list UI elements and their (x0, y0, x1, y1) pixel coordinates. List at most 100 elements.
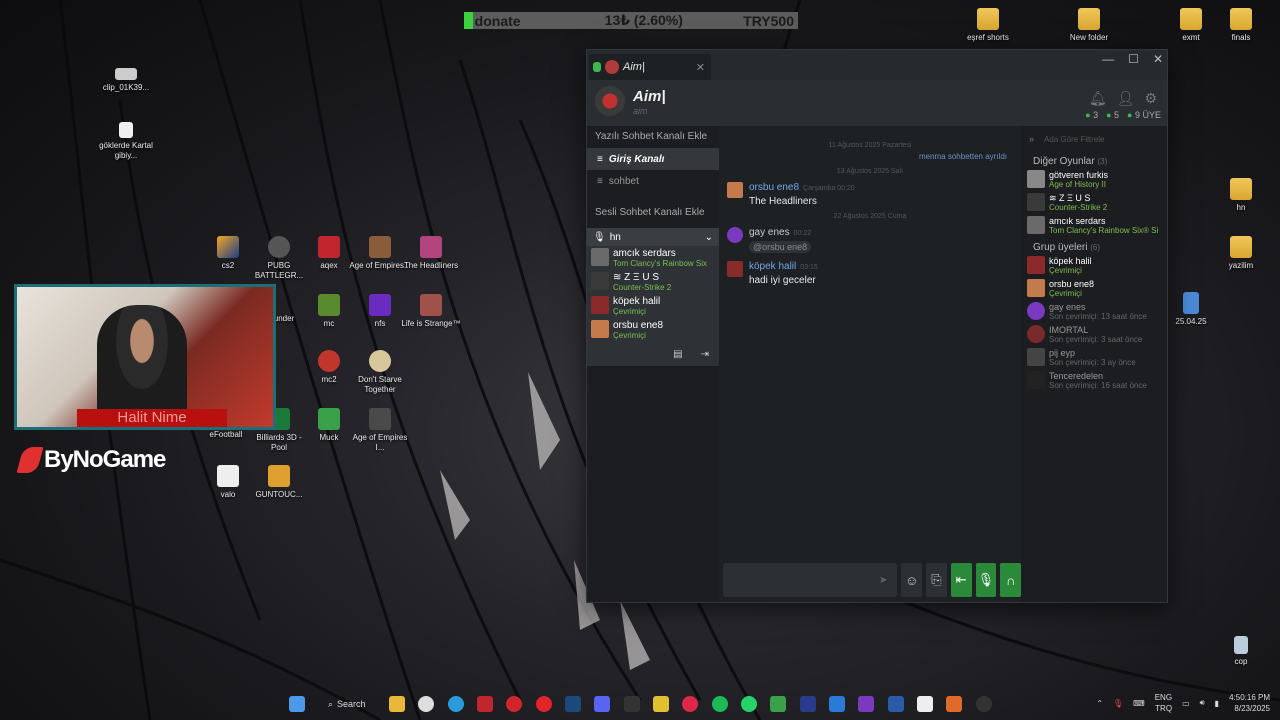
send-icon[interactable]: ➤ (879, 575, 887, 586)
aqex-icon (318, 236, 340, 258)
donate-label: donate (474, 12, 521, 29)
desktop-icon-yazilim[interactable]: yazilim (1210, 236, 1272, 271)
voice-user[interactable]: amcık serdars Tom Clancy's Rainbow Six (587, 246, 719, 270)
desktop-icon-aoe4[interactable]: Age of Empires I... (349, 408, 411, 453)
mention-chip[interactable]: @orsbu ene8 (749, 241, 812, 253)
member-item[interactable]: gay enes Son çevrimiçi: 13 saat önce (1021, 301, 1167, 324)
battery-icon[interactable]: ▮ (1215, 699, 1219, 708)
app-icon[interactable] (653, 696, 669, 712)
chevron-up-icon[interactable]: ⌃ (1096, 699, 1103, 708)
collapse-icon[interactable]: » (1029, 134, 1034, 144)
member-item[interactable]: Tenceredelen Son çevrimiçi: 16 saat önce (1021, 370, 1167, 393)
settings-icon[interactable]: ⚙ (1144, 90, 1157, 107)
taskbar-search[interactable]: ⌕ Search (318, 694, 376, 714)
microphone-button[interactable]: 🎙︎ (975, 563, 997, 597)
desktop-icon-new-folder[interactable]: New folder (1058, 8, 1120, 43)
avatar (1027, 256, 1045, 274)
member-item[interactable]: köpek halil Çevrimiçi (1021, 255, 1167, 278)
leave-voice-icon[interactable]: ⇥ (701, 349, 709, 360)
desktop-icon-recycle-bin[interactable]: cop (1210, 636, 1272, 667)
opera-gx-icon[interactable] (506, 696, 522, 712)
aoe4-icon (369, 408, 391, 430)
avatar (1027, 279, 1045, 297)
avatar (591, 248, 609, 266)
maximize-button[interactable]: ☐ (1128, 52, 1139, 66)
discord-icon[interactable] (594, 696, 610, 712)
photoshop-icon[interactable] (800, 696, 816, 712)
member-filter-input[interactable]: Ada Göre Filtrele (1044, 135, 1104, 144)
voice-channel-hn[interactable]: 🎙︎ hn ⌄ (587, 228, 719, 246)
minimize-button[interactable]: — (1102, 52, 1114, 66)
calendar-icon[interactable]: ▤ (673, 349, 682, 360)
microphone-tray-icon[interactable]: 🎙︎ (1113, 699, 1123, 708)
keyboard-icon[interactable]: ⌨ (1133, 699, 1145, 708)
file-explorer-icon[interactable] (389, 696, 405, 712)
chat-message: gay enes 00:22 @orsbu ene8 (719, 223, 1021, 257)
headphones-button[interactable]: ∩ (1000, 563, 1022, 597)
channel-giris[interactable]: ≡ Giriş Kanalı (587, 148, 719, 170)
message-author[interactable]: gay enes (749, 227, 790, 238)
voice-user[interactable]: köpek halil Çevrimiçi (587, 294, 719, 318)
epic-games-icon[interactable] (624, 696, 640, 712)
clock[interactable]: 4:50:16 PM 8/23/2025 (1229, 692, 1270, 714)
whatsapp-icon[interactable] (741, 696, 757, 712)
desktop-icon-finals[interactable]: finals (1210, 8, 1272, 43)
member-item[interactable]: götveren furkis Age of History II (1021, 169, 1167, 192)
attach-button[interactable]: ⎘ (926, 563, 947, 597)
visual-studio-icon[interactable] (858, 696, 874, 712)
desktop-icon-clip[interactable]: clip_01K39... (95, 68, 157, 93)
media-player-icon[interactable] (682, 696, 698, 712)
message-input[interactable]: ➤ (723, 563, 898, 597)
obs-icon[interactable] (976, 696, 992, 712)
desktop-icon-guntouch[interactable]: GUNTOUC... (248, 465, 310, 500)
desktop-icon-hn[interactable]: hn (1210, 178, 1272, 213)
opera-icon[interactable] (536, 696, 552, 712)
volume-icon[interactable]: 🔊︎ (1200, 698, 1205, 708)
message-author[interactable]: orsbu ene8 (749, 182, 799, 193)
close-window-button[interactable]: ✕ (1153, 52, 1163, 66)
message-author[interactable]: köpek halil (749, 261, 796, 272)
avatar (591, 320, 609, 338)
app-icon[interactable] (770, 696, 786, 712)
member-item[interactable]: orsbu ene8 Çevrimiçi (1021, 278, 1167, 301)
desktop-icon-headliners[interactable]: The Headliners (400, 236, 462, 271)
add-user-icon[interactable]: 👤︎ (1117, 90, 1135, 107)
recycle-bin-icon (1234, 636, 1248, 654)
word-icon[interactable] (888, 696, 904, 712)
spotify-icon[interactable] (712, 696, 728, 712)
add-voice-channel[interactable]: Sesli Sohbet Kanalı Ekle (587, 202, 719, 224)
desktop-icon-goklerde[interactable]: göklerde Kartal gibiy... (95, 122, 157, 161)
voice-user[interactable]: orsbu ene8 Çevrimiçi (587, 318, 719, 342)
emoji-button[interactable]: ☺ (901, 563, 923, 597)
leave-call-button[interactable]: ⇤ (950, 563, 972, 597)
edge-icon[interactable] (448, 696, 464, 712)
app-icon[interactable] (418, 696, 434, 712)
member-item[interactable]: IMORTAL Son çevrimiçi: 3 saat önce (1021, 324, 1167, 347)
member-item[interactable]: pij eyp Son çevrimiçi: 3 ay önce (1021, 347, 1167, 370)
desktop-icon-esref-shorts[interactable]: eşref shorts (957, 8, 1019, 43)
capcut-icon[interactable] (917, 696, 933, 712)
member-item[interactable]: amcık serdars Tom Clancy's Rainbow Six® S… (1021, 215, 1167, 238)
app-icon[interactable] (477, 696, 493, 712)
folder-icon (1230, 8, 1252, 30)
desktop-icon-date-file[interactable]: 25.04.25 (1160, 292, 1222, 327)
network-icon[interactable]: ▭ (1182, 699, 1190, 708)
folder-icon (1180, 8, 1202, 30)
vscode-icon[interactable] (829, 696, 845, 712)
language-indicator[interactable]: ENG TRQ (1155, 692, 1172, 714)
start-icon[interactable] (289, 696, 305, 712)
voice-user[interactable]: ≋ Z Ξ U S Counter-Strike 2 (587, 270, 719, 294)
steam-icon[interactable] (565, 696, 581, 712)
add-text-channel[interactable]: Yazılı Sohbet Kanalı Ekle (587, 126, 719, 148)
member-item[interactable]: ≋ Z Ξ U S Counter-Strike 2 (1021, 192, 1167, 215)
streamer-video (97, 305, 187, 425)
chevron-down-icon[interactable]: ⌄ (705, 232, 713, 243)
channel-sohbet[interactable]: ≡ sohbet (587, 170, 719, 192)
server-tab[interactable]: Aim| ✕ (589, 54, 711, 80)
desktop-icon-dst[interactable]: Don't Starve Together (349, 350, 411, 395)
app-icon[interactable] (946, 696, 962, 712)
desktop-icon-lis[interactable]: Life is Strange™ (400, 294, 462, 329)
donate-goal: TRY500 (743, 12, 794, 29)
close-tab-icon[interactable]: ✕ (696, 61, 705, 74)
bell-icon[interactable]: 🔔︎ (1089, 90, 1107, 107)
